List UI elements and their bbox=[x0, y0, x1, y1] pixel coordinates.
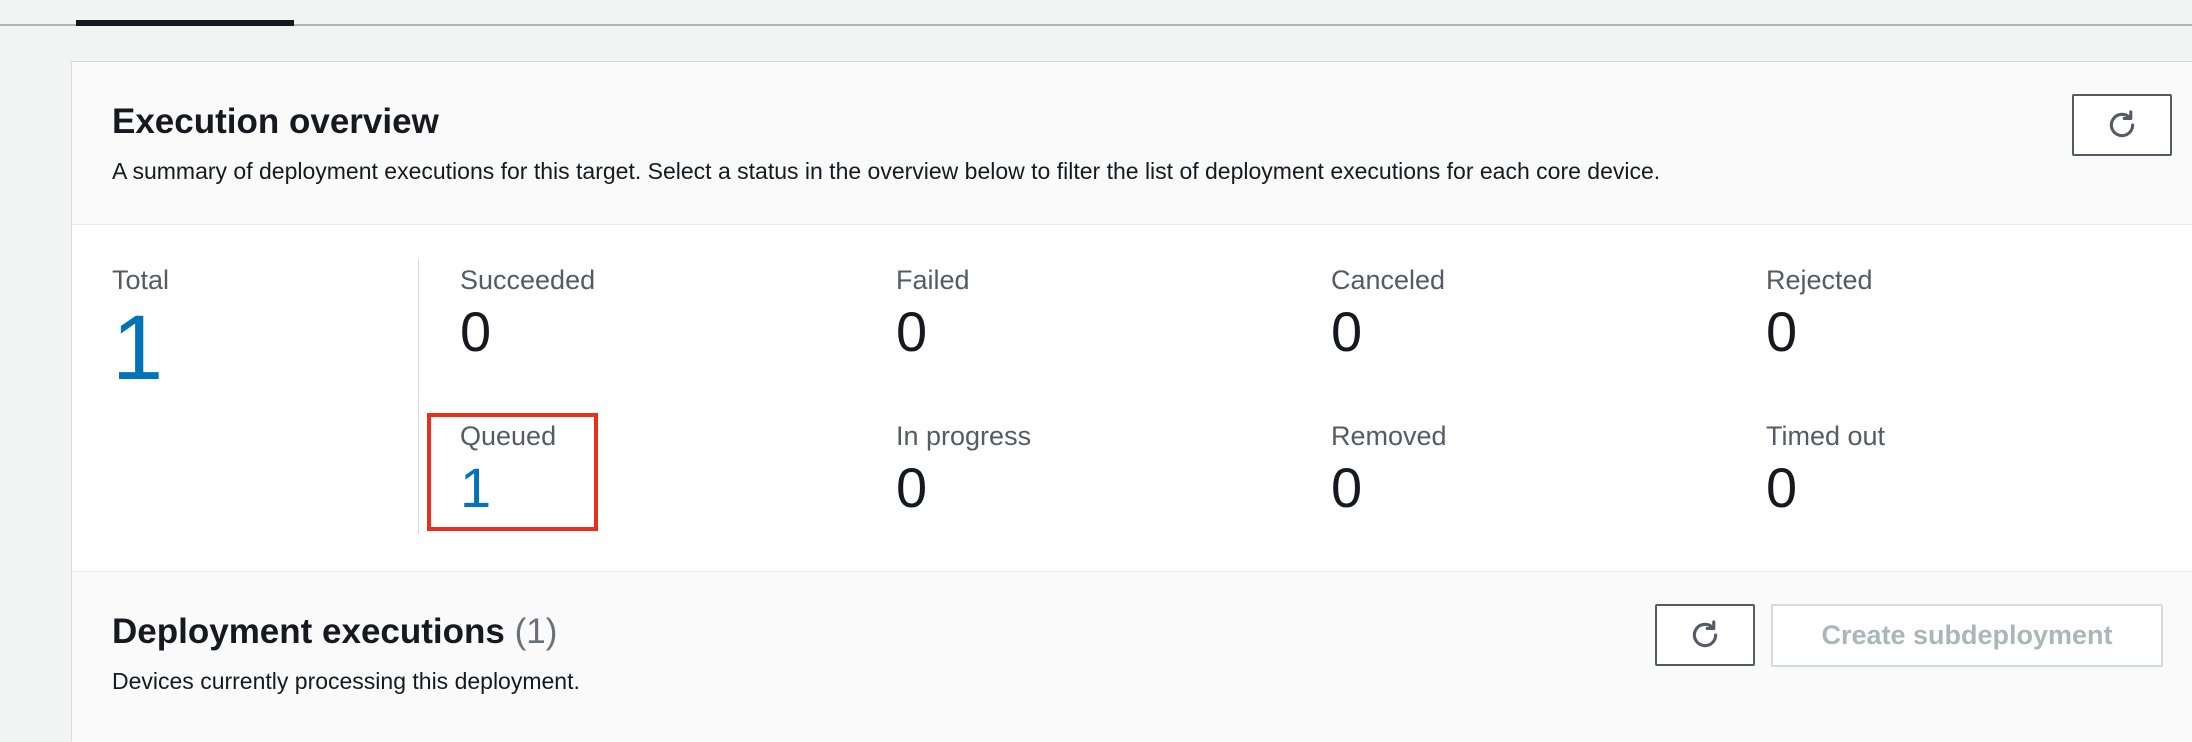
status-value: 0 bbox=[460, 300, 492, 363]
status-removed: Removed 0 bbox=[1331, 423, 1447, 516]
status-rejected: Rejected 0 bbox=[1766, 267, 1873, 360]
status-canceled: Canceled 0 bbox=[1331, 267, 1445, 360]
status-in-progress: In progress 0 bbox=[896, 423, 1031, 516]
stats-divider bbox=[418, 259, 419, 534]
execution-overview-panel: Execution overview A summary of deployme… bbox=[71, 61, 2192, 742]
overview-title: Execution overview bbox=[112, 102, 439, 141]
queued-highlight-box bbox=[427, 413, 598, 531]
overview-description: A summary of deployment executions for t… bbox=[112, 158, 1661, 184]
total-stat: Total 1 bbox=[112, 265, 170, 395]
executions-refresh-button[interactable] bbox=[1655, 604, 1755, 666]
status-value: 0 bbox=[1331, 456, 1363, 519]
active-tab-indicator bbox=[76, 20, 294, 26]
status-label: Succeeded bbox=[460, 265, 596, 295]
executions-title: Deployment executions (1) bbox=[112, 612, 557, 652]
executions-description: Devices currently processing this deploy… bbox=[112, 668, 580, 694]
executions-title-text: Deployment executions bbox=[112, 612, 505, 651]
status-label: Timed out bbox=[1766, 421, 1886, 451]
status-timed-out: Timed out 0 bbox=[1766, 423, 1885, 516]
status-value: 0 bbox=[1331, 300, 1363, 363]
status-value: 0 bbox=[1766, 456, 1798, 519]
deployment-executions-header: Deployment executions (1) Devices curren… bbox=[72, 571, 2192, 742]
total-label: Total bbox=[112, 265, 170, 295]
status-label: Rejected bbox=[1766, 265, 1873, 295]
overview-refresh-button[interactable] bbox=[2072, 94, 2172, 156]
status-label: Canceled bbox=[1331, 265, 1446, 295]
refresh-icon bbox=[2109, 110, 2135, 138]
total-value[interactable]: 1 bbox=[112, 302, 169, 394]
status-succeeded: Succeeded 0 bbox=[460, 267, 595, 360]
refresh-icon bbox=[1692, 620, 1718, 648]
status-failed: Failed 0 bbox=[896, 267, 970, 360]
executions-count: (1) bbox=[514, 612, 558, 651]
tabs-underline bbox=[0, 24, 2192, 26]
status-label: Removed bbox=[1331, 421, 1447, 451]
overview-header: Execution overview A summary of deployme… bbox=[72, 62, 2192, 225]
status-value: 0 bbox=[1766, 300, 1798, 363]
status-value: 0 bbox=[896, 456, 928, 519]
status-label: Failed bbox=[896, 265, 970, 295]
create-subdeployment-button[interactable]: Create subdeployment bbox=[1771, 604, 2163, 667]
status-label: In progress bbox=[896, 421, 1032, 451]
status-value: 0 bbox=[896, 300, 928, 363]
